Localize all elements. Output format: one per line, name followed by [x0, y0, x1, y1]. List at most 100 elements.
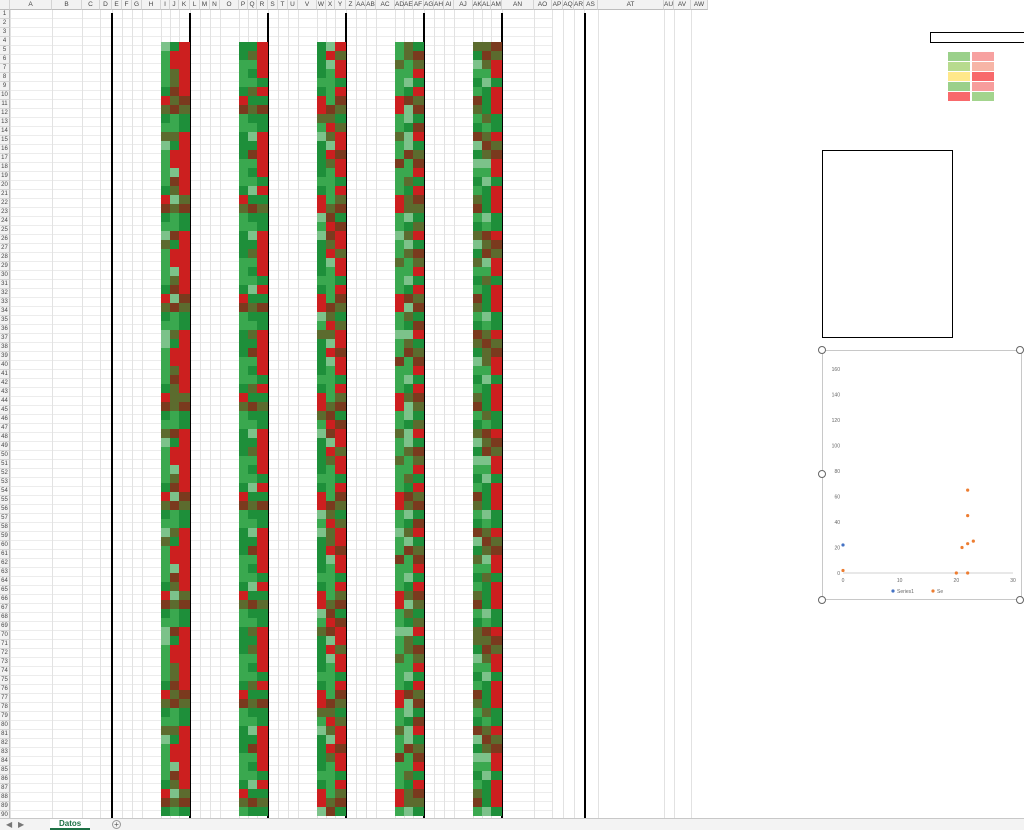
cell[interactable] [220, 708, 239, 717]
cell[interactable] [335, 51, 346, 60]
cell[interactable] [190, 438, 200, 447]
cell[interactable] [502, 699, 534, 708]
cell[interactable] [278, 789, 288, 798]
cell[interactable] [552, 42, 563, 51]
cell[interactable] [395, 276, 404, 285]
cell[interactable] [122, 258, 132, 267]
cell[interactable] [10, 249, 52, 258]
cell[interactable] [395, 240, 404, 249]
cell[interactable] [434, 150, 444, 159]
cell[interactable] [268, 321, 278, 330]
cell[interactable] [170, 771, 179, 780]
cell[interactable] [413, 555, 424, 564]
cell[interactable] [346, 69, 356, 78]
cell[interactable] [170, 537, 179, 546]
cell[interactable] [52, 771, 82, 780]
cell[interactable] [298, 213, 317, 222]
cell[interactable] [82, 645, 100, 654]
cell[interactable] [404, 132, 413, 141]
cell[interactable] [190, 393, 200, 402]
cell[interactable] [413, 348, 424, 357]
cell[interactable] [257, 780, 268, 789]
cell[interactable] [82, 195, 100, 204]
cell[interactable] [574, 699, 584, 708]
cell[interactable] [454, 645, 473, 654]
cell[interactable] [404, 780, 413, 789]
cell[interactable] [170, 357, 179, 366]
cell[interactable] [534, 591, 552, 600]
cell[interactable] [584, 600, 598, 609]
cell[interactable] [142, 789, 161, 798]
cell[interactable] [574, 186, 584, 195]
cell[interactable] [248, 447, 257, 456]
cell[interactable] [239, 708, 248, 717]
cell[interactable] [10, 681, 52, 690]
cell[interactable] [200, 150, 210, 159]
cell[interactable] [404, 690, 413, 699]
cell[interactable] [200, 231, 210, 240]
cell[interactable] [376, 753, 395, 762]
cell[interactable] [82, 600, 100, 609]
cell[interactable] [482, 555, 491, 564]
cell[interactable] [220, 285, 239, 294]
cell[interactable] [346, 789, 356, 798]
cell[interactable] [210, 447, 220, 456]
cell[interactable] [413, 528, 424, 537]
cell[interactable] [444, 528, 454, 537]
cell[interactable] [288, 357, 298, 366]
cell[interactable] [10, 312, 52, 321]
cell[interactable] [444, 600, 454, 609]
cell[interactable] [161, 555, 170, 564]
cell[interactable] [179, 96, 190, 105]
cell[interactable] [376, 474, 395, 483]
cell[interactable] [82, 744, 100, 753]
cell[interactable] [444, 537, 454, 546]
cell[interactable] [574, 492, 584, 501]
cell[interactable] [563, 537, 574, 546]
cell[interactable] [454, 213, 473, 222]
cell[interactable] [346, 321, 356, 330]
cell[interactable] [257, 60, 268, 69]
cell[interactable] [346, 132, 356, 141]
cell[interactable] [563, 465, 574, 474]
cell[interactable] [200, 357, 210, 366]
cell[interactable] [376, 492, 395, 501]
cell[interactable] [552, 735, 563, 744]
cell[interactable] [278, 609, 288, 618]
cell[interactable] [534, 681, 552, 690]
cell[interactable] [190, 699, 200, 708]
cell[interactable] [161, 699, 170, 708]
cell[interactable] [317, 582, 326, 591]
cell[interactable] [356, 780, 366, 789]
cell[interactable] [326, 753, 335, 762]
cell[interactable] [584, 627, 598, 636]
cell[interactable] [534, 483, 552, 492]
cell[interactable] [346, 663, 356, 672]
cell[interactable] [395, 420, 404, 429]
cell[interactable] [502, 231, 534, 240]
cell[interactable] [10, 555, 52, 564]
cell[interactable] [239, 762, 248, 771]
cell[interactable] [534, 690, 552, 699]
cell[interactable] [502, 609, 534, 618]
cell[interactable] [326, 735, 335, 744]
cell[interactable] [210, 627, 220, 636]
cell[interactable] [552, 708, 563, 717]
cell[interactable] [170, 735, 179, 744]
cell[interactable] [326, 519, 335, 528]
cell[interactable] [534, 780, 552, 789]
cell[interactable] [210, 456, 220, 465]
cell[interactable] [434, 618, 444, 627]
cell[interactable] [288, 321, 298, 330]
cell[interactable] [257, 429, 268, 438]
cell[interactable] [376, 798, 395, 807]
cell[interactable] [220, 60, 239, 69]
cell[interactable] [395, 753, 404, 762]
cell[interactable] [142, 348, 161, 357]
cell[interactable] [574, 528, 584, 537]
cell[interactable] [552, 672, 563, 681]
cell[interactable] [376, 762, 395, 771]
cell[interactable] [444, 168, 454, 177]
cell[interactable] [190, 447, 200, 456]
cell[interactable] [502, 429, 534, 438]
